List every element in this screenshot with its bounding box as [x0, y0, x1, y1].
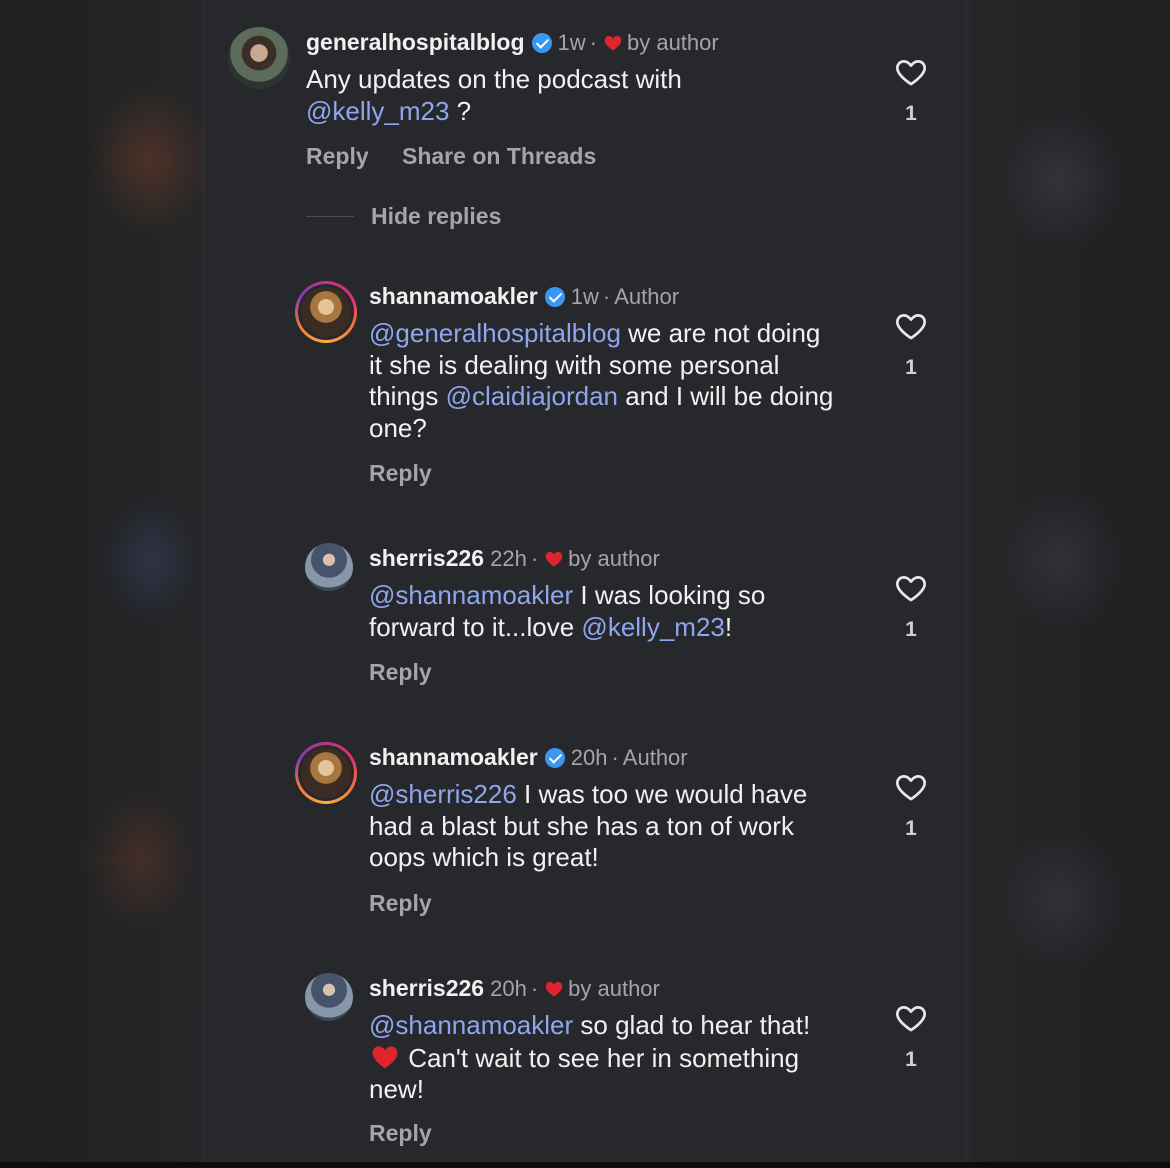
separator: ·: [589, 29, 597, 55]
username[interactable]: shannamoakler: [369, 744, 538, 771]
reply-button[interactable]: Reply: [369, 659, 432, 686]
heart-filled-icon: [603, 33, 623, 53]
divider: [306, 216, 354, 217]
separator: ·: [530, 975, 539, 1001]
separator: ·: [611, 744, 619, 770]
separator: ·: [602, 283, 611, 309]
reply-button[interactable]: Reply: [369, 460, 432, 487]
comment-header: generalhospitalblog 1w · by author: [306, 29, 719, 56]
heart-outline-icon[interactable]: [893, 770, 929, 804]
username[interactable]: generalhospitalblog: [306, 29, 525, 56]
like-count: 1: [905, 102, 917, 125]
timestamp: 20h: [570, 744, 608, 770]
timestamp: 1w: [570, 283, 599, 309]
verified-badge-icon: [544, 747, 565, 768]
avatar: [301, 748, 351, 798]
comment-text: @generalhospitalblog we are not doing it…: [369, 318, 834, 443]
mention-link[interactable]: @sherris226: [369, 779, 517, 809]
heart-filled-icon: [544, 549, 564, 569]
comment-text: @sherris226 I was too we would have had …: [369, 779, 808, 872]
comment-text: @shannamoakler so glad to hear that! Can…: [369, 1010, 811, 1104]
avatar: [301, 287, 351, 337]
username[interactable]: shannamoakler: [369, 283, 538, 310]
separator: ·: [530, 545, 539, 571]
author-label: Author: [614, 283, 680, 309]
liked-by-author-label: by author: [626, 29, 719, 55]
comment-text: Any updates on the podcast with @kelly_m…: [306, 64, 682, 126]
verified-badge-icon: [544, 286, 565, 307]
verified-badge-icon: [531, 32, 552, 53]
comment-header: shannamoakler 1w · Author: [369, 283, 679, 310]
avatar-story-ring[interactable]: [295, 281, 357, 343]
timestamp: 20h: [490, 975, 527, 1001]
comment-header: sherris226 22h · by author: [369, 545, 660, 572]
like-control: 1: [893, 770, 929, 841]
mention-link[interactable]: @kelly_m23: [306, 96, 449, 126]
like-control: 1: [893, 309, 929, 380]
reply-button[interactable]: Reply: [306, 143, 369, 170]
comment-text: @shannamoakler I was looking so forward …: [369, 580, 766, 642]
author-label: Author: [622, 744, 688, 770]
like-count: 1: [905, 356, 917, 379]
mention-link[interactable]: @shannamoakler: [369, 1010, 573, 1040]
like-control: 1: [893, 571, 929, 642]
mention-link[interactable]: @shannamoakler: [369, 580, 573, 610]
liked-by-author-label: by author: [568, 545, 660, 571]
timestamp: 22h: [490, 545, 527, 571]
username[interactable]: sherris226: [369, 545, 484, 572]
mention-link[interactable]: @generalhospitalblog: [369, 318, 621, 348]
comment-header: sherris226 20h · by author: [369, 975, 660, 1002]
like-control: 1: [893, 55, 929, 126]
reply-button[interactable]: Reply: [369, 1120, 432, 1147]
username[interactable]: sherris226: [369, 975, 484, 1002]
heart-outline-icon[interactable]: [893, 571, 929, 605]
mention-link[interactable]: @claidiajordan: [446, 381, 618, 411]
share-on-threads-button[interactable]: Share on Threads: [402, 143, 596, 170]
avatar-story-ring[interactable]: [295, 742, 357, 804]
avatar[interactable]: [228, 27, 290, 89]
like-control: 1: [893, 1001, 929, 1072]
heart-outline-icon[interactable]: [893, 309, 929, 343]
timestamp: 1w: [557, 29, 586, 55]
bottom-edge: [0, 1162, 1170, 1168]
like-count: 1: [905, 817, 917, 840]
heart-outline-icon[interactable]: [893, 1001, 929, 1035]
avatar[interactable]: [305, 543, 353, 591]
hide-replies-button[interactable]: Hide replies: [371, 203, 501, 230]
heart-outline-icon[interactable]: [893, 55, 929, 89]
heart-filled-icon: [544, 979, 564, 999]
like-count: 1: [905, 618, 917, 641]
like-count: 1: [905, 1048, 917, 1071]
avatar[interactable]: [305, 973, 353, 1021]
mention-link[interactable]: @kelly_m23: [581, 612, 724, 642]
reply-button[interactable]: Reply: [369, 890, 432, 917]
liked-by-author-label: by author: [568, 975, 660, 1001]
red-heart-emoji: [369, 1042, 401, 1072]
comment-header: shannamoakler 20h · Author: [369, 744, 688, 771]
